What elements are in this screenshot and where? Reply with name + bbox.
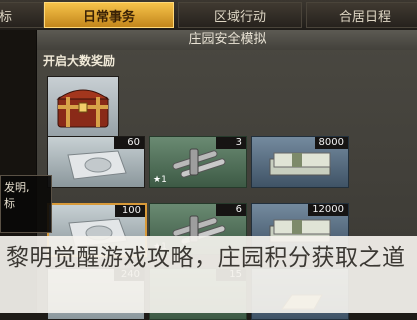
section-title: 开启大数奖励 [43, 54, 116, 68]
tooltip-line-1: 发明, [4, 181, 30, 194]
tab-first[interactable]: 标 [0, 2, 44, 28]
tab-daily-affairs[interactable]: 日常事务 [44, 2, 174, 28]
tooltip-line-2: 标 [4, 197, 15, 210]
reward-card-money-stack[interactable]: 8000 [251, 136, 349, 188]
reward-count: 100 [115, 205, 145, 217]
star-level: ★1 [153, 175, 167, 185]
tab-daily-affairs-label: 日常事务 [82, 9, 135, 25]
reward-card-pipes[interactable]: 3 ★1 [149, 136, 247, 188]
reward-count: 60 [114, 137, 144, 149]
reward-count: 8000 [314, 137, 348, 149]
panel-title: 庄园安全模拟 [37, 30, 417, 50]
reward-card-silver-bag[interactable]: 60 [47, 136, 145, 188]
treasure-chest-icon [56, 89, 110, 128]
tab-regional-actions-label: 区域行动 [213, 9, 266, 25]
tab-regional-actions[interactable]: 区域行动 [178, 2, 302, 28]
caption-text: 黎明觉醒游戏攻略，庄园积分获取之道 [6, 245, 406, 271]
reward-count: 12000 [308, 204, 348, 216]
tab-bar: 标 日常事务 区域行动 合居日程 [0, 0, 417, 31]
tooltip-popup: 发明, 标 [0, 175, 52, 233]
game-screen: 标 日常事务 区域行动 合居日程 庄园安全模拟 开启大数奖励 60 3 ★1 8… [0, 0, 417, 320]
reward-count: 6 [216, 204, 246, 216]
tab-cohabit-schedule[interactable]: 合居日程 [306, 2, 417, 28]
reward-count: 3 [216, 137, 246, 149]
tab-first-label: 标 [0, 9, 13, 25]
tab-cohabit-schedule-label: 合居日程 [338, 9, 391, 25]
reward-chest-card[interactable] [47, 76, 119, 138]
